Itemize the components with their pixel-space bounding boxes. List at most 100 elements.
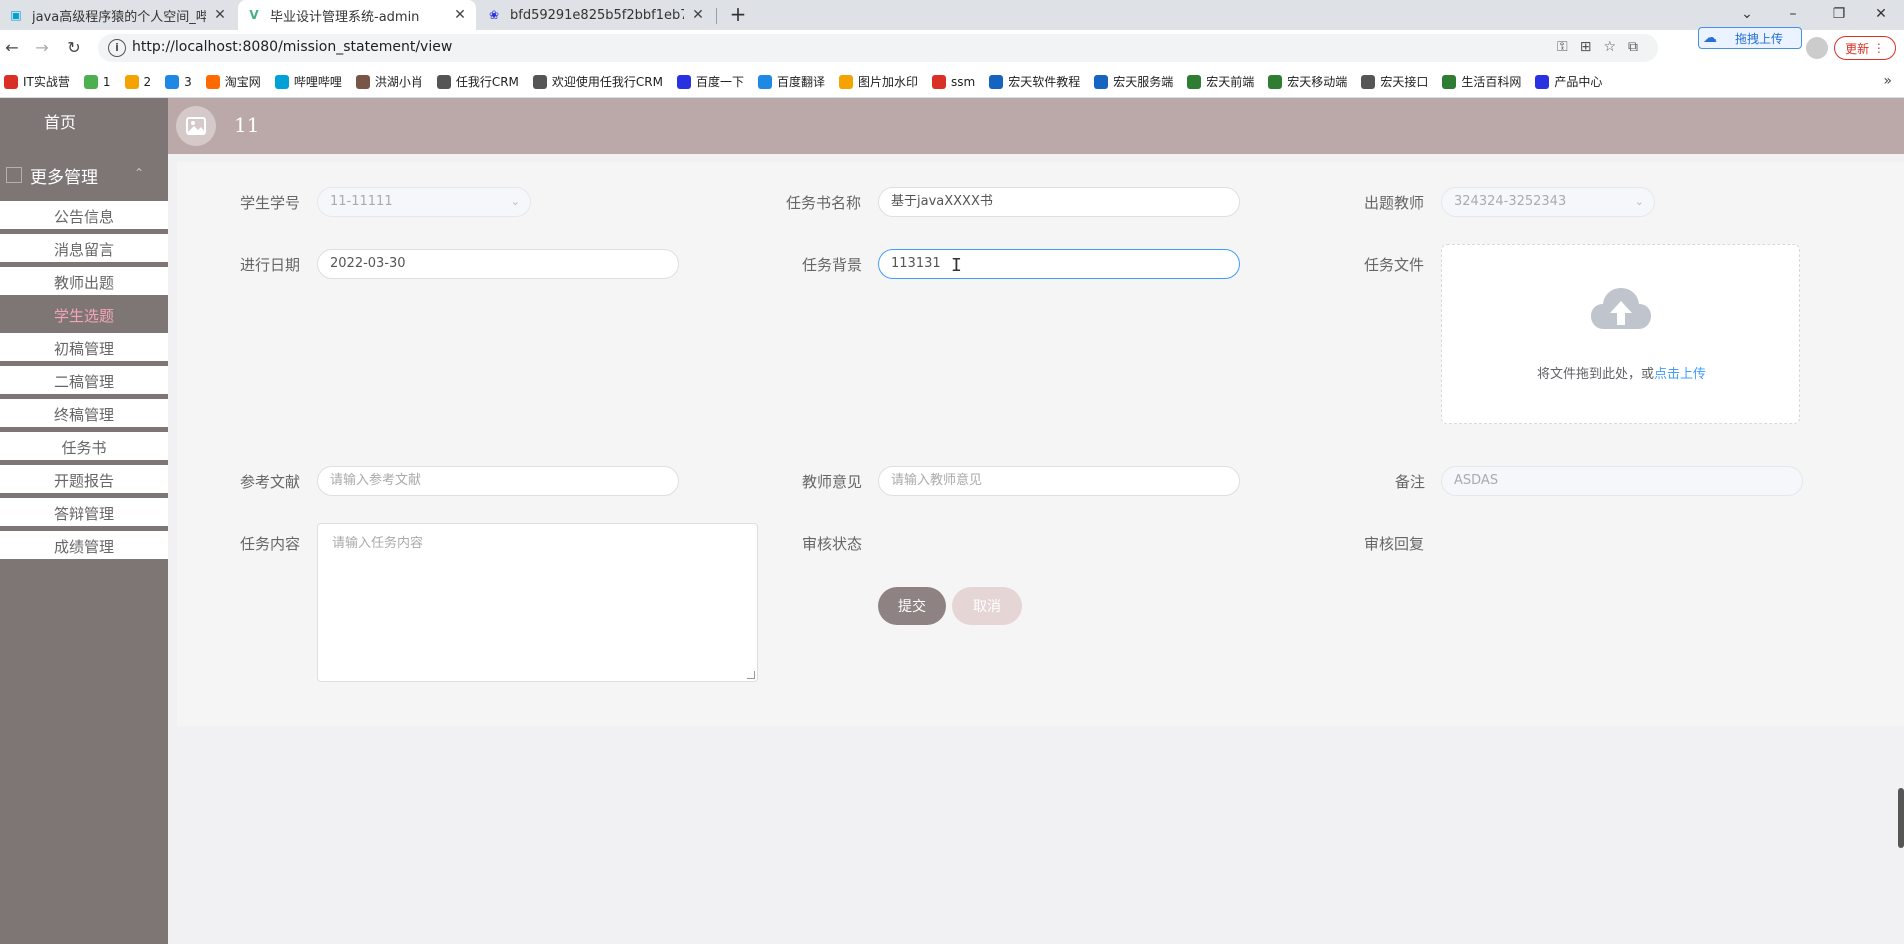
cancel-button[interactable]: 取消 (952, 587, 1022, 625)
close-icon[interactable]: ✕ (212, 7, 228, 23)
remark-input[interactable]: ASDAS (1441, 466, 1803, 496)
chevron-down-icon[interactable]: ⌄ (1724, 0, 1770, 30)
teacher-opinion-input[interactable]: 请输入教师意见 (878, 466, 1240, 496)
close-window-button[interactable]: ✕ (1858, 0, 1904, 30)
restore-button[interactable]: ❐ (1816, 0, 1862, 30)
info-icon[interactable]: i (108, 39, 126, 57)
bookmark-label: 欢迎使用任我行CRM (551, 75, 663, 89)
sidebar-item[interactable]: 成绩管理 (0, 531, 168, 565)
back-arrow-icon[interactable]: ← (0, 36, 24, 60)
bookmark-item[interactable]: 2 (124, 74, 152, 89)
bookmark-item[interactable]: 产品中心 (1535, 73, 1602, 90)
bookmark-item[interactable]: 宏天移动端 (1268, 73, 1347, 90)
bookmark-item[interactable]: 任我行CRM (436, 73, 519, 90)
close-icon[interactable]: ✕ (452, 7, 468, 23)
bookmark-item[interactable]: 百度翻译 (758, 73, 825, 90)
tab-title: 毕业设计管理系统-admin (270, 9, 420, 25)
date-label: 进行日期 (240, 256, 301, 274)
bookmark-favicon-icon (83, 74, 98, 89)
key-icon[interactable]: ⚿ (1557, 39, 1568, 55)
bookmark-favicon-icon (932, 74, 947, 89)
bookmark-item[interactable]: 宏天前端 (1187, 73, 1254, 90)
sidebar-item[interactable]: 初稿管理 (0, 333, 168, 367)
resize-grip-icon[interactable] (747, 671, 755, 679)
references-input[interactable]: 请输入参考文献 (317, 466, 679, 496)
teacher-select[interactable]: 324324-3252343 ⌄ (1441, 187, 1655, 217)
bookmark-item[interactable]: 欢迎使用任我行CRM (532, 73, 663, 90)
bookmark-item[interactable]: 百度一下 (677, 73, 744, 90)
extensions-icon[interactable]: ⧉ (1628, 39, 1638, 55)
bookmark-item[interactable]: ssm (932, 74, 976, 89)
sidebar: 首页 更多管理 ⌃ 公告信息 消息留言 教师出题 学生选题 初稿管理 二稿管理 终稿管理 任务… (0, 98, 168, 944)
bookmark-item[interactable]: 哔哩哔哩 (274, 73, 342, 90)
bookmark-item[interactable]: 洪湖小肖 (355, 73, 423, 90)
sidebar-item[interactable]: 任务书 (0, 432, 168, 466)
tab-title: java高级程序猿的个人空间_哔哩 (32, 9, 206, 25)
chevron-down-icon: ⌄ (510, 195, 520, 208)
bookmark-item[interactable]: 淘宝网 (205, 73, 261, 90)
upload-text: 将文件拖到此处，或 (1536, 367, 1654, 382)
reload-icon[interactable]: ↻ (62, 36, 86, 60)
date-input[interactable]: 2022-03-30 (317, 249, 679, 279)
sidebar-item[interactable]: 开题报告 (0, 465, 168, 499)
bookmark-favicon-icon (274, 74, 289, 89)
file-upload-dropzone[interactable]: 将文件拖到此处，或点击上传 (1441, 244, 1800, 424)
sidebar-item-home[interactable]: 首页 (0, 98, 168, 148)
update-button[interactable]: 更新 ⋮ (1834, 36, 1896, 60)
background-input[interactable]: 113131 (878, 249, 1240, 279)
bookmark-label: ssm (951, 74, 976, 89)
student-no-select[interactable]: 11-11111 ⌄ (317, 187, 531, 217)
sidebar-item[interactable]: 答辩管理 (0, 498, 168, 532)
bookmark-favicon-icon (124, 74, 139, 89)
star-icon[interactable]: ☆ (1603, 39, 1616, 55)
minimize-button[interactable]: – (1770, 0, 1816, 30)
browser-tab-bilibili[interactable]: ▣ java高级程序猿的个人空间_哔哩 ✕ (0, 0, 236, 30)
tab-title: bfd59291e825b5f2bbf1eb765 (510, 7, 684, 23)
sidebar-item[interactable]: 消息留言 (0, 234, 168, 268)
sidebar-item[interactable]: 公告信息 (0, 201, 168, 235)
bookmark-item[interactable]: 宏天接口 (1361, 73, 1428, 90)
drag-upload-extension[interactable]: ☁ 拖拽上传 (1698, 27, 1802, 49)
bookmarks-bar: IT实战营 1 2 3 淘宝网 哔哩哔哩 洪湖小肖 任我行CRM 欢迎使用任我行CRM 百度一下 百… (0, 66, 1904, 98)
bookmark-item[interactable]: 宏天软件教程 (989, 73, 1080, 90)
more-bookmarks-icon[interactable]: » (1883, 73, 1892, 89)
new-tab-button[interactable]: + (726, 3, 750, 27)
sidebar-item[interactable]: 教师出题 (0, 267, 168, 301)
bookmark-label: 宏天接口 (1380, 75, 1429, 89)
close-icon[interactable]: ✕ (690, 7, 706, 23)
sidebar-item[interactable]: 终稿管理 (0, 399, 168, 433)
image-icon[interactable] (176, 106, 216, 146)
bookmark-label: 2 (143, 74, 152, 89)
bookmark-favicon-icon (1535, 74, 1550, 89)
bookmark-item[interactable]: 3 (165, 74, 192, 89)
content-textarea[interactable]: 请输入任务内容 (317, 523, 758, 682)
profile-avatar[interactable] (1806, 37, 1828, 59)
extension-label: 拖拽上传 (1735, 31, 1784, 46)
bookmark-item[interactable]: 宏天服务端 (1094, 73, 1173, 90)
scrollbar-thumb[interactable] (1898, 788, 1904, 848)
sidebar-item[interactable]: 二稿管理 (0, 366, 168, 400)
bookmark-item[interactable]: 图片加水印 (839, 73, 918, 90)
url-text[interactable]: http://localhost:8080/mission_statement/… (132, 39, 452, 55)
teacher-label: 出题教师 (1364, 194, 1425, 212)
sidebar-item[interactable]: 学生选题 (0, 300, 168, 334)
content-label: 任务内容 (240, 535, 301, 553)
browser-tab-baidu[interactable]: ❀ bfd59291e825b5f2bbf1eb765 ✕ (478, 0, 714, 30)
bookmark-favicon-icon (165, 74, 180, 89)
task-name-input[interactable]: 基于javaXXXX书 (878, 187, 1240, 217)
url-field[interactable]: i http://localhost:8080/mission_statemen… (98, 34, 1658, 62)
forward-arrow-icon[interactable]: → (30, 36, 54, 60)
submit-button[interactable]: 提交 (878, 587, 946, 625)
browser-tab-bar: ▣ java高级程序猿的个人空间_哔哩 ✕ V 毕业设计管理系统-admin ✕… (0, 0, 1904, 30)
translate-icon[interactable]: ⊞ (1580, 39, 1592, 55)
sidebar-section-more[interactable]: 更多管理 ⌃ (0, 150, 168, 200)
content-header: 11 (168, 98, 1904, 154)
bookmark-item[interactable]: IT实战营 (4, 73, 70, 90)
bookmark-item[interactable]: 1 (83, 74, 111, 89)
chevron-down-icon: ⌄ (1634, 195, 1644, 208)
browser-tab-admin[interactable]: V 毕业设计管理系统-admin ✕ (238, 0, 476, 30)
bookmark-item[interactable]: 生活百科网 (1442, 73, 1521, 90)
click-upload-link[interactable]: 点击上传 (1654, 367, 1706, 382)
baidu-icon: ❀ (488, 8, 500, 22)
bookmark-favicon-icon (1442, 74, 1457, 89)
